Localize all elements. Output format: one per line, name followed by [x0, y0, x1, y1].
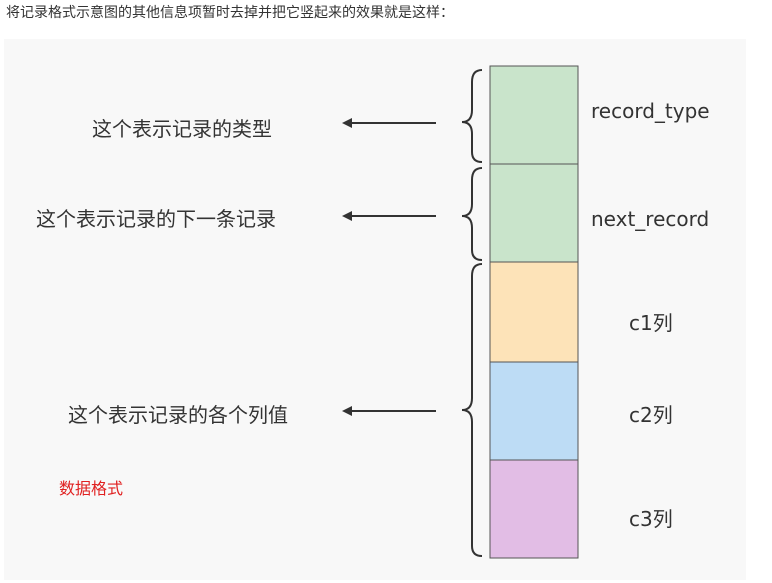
desc-record-type: 这个表示记录的类型 [92, 117, 272, 141]
field-label-record-type: record_type [591, 99, 710, 123]
brace-next-record [461, 167, 483, 261]
desc-next-record: 这个表示记录的下一条记录 [36, 207, 276, 231]
brace-record-type [461, 69, 483, 163]
field-label-c1: c1列 [629, 311, 673, 335]
brace-columns [461, 263, 483, 557]
field-label-c3: c3列 [629, 507, 673, 531]
block-record-type [489, 65, 579, 165]
block-next-record [489, 163, 579, 263]
page: 将记录格式示意图的其他信息项暂时去掉并把它竖起来的效果就是这样： 这个表示记录的… [0, 0, 772, 583]
block-c3 [489, 459, 579, 559]
field-label-next-record: next_record [591, 207, 710, 231]
data-format-note: 数据格式 [59, 479, 124, 498]
field-label-c2: c2列 [629, 403, 673, 427]
block-c2 [489, 361, 579, 461]
block-c1 [489, 261, 579, 363]
desc-columns: 这个表示记录的各个列值 [68, 403, 288, 427]
